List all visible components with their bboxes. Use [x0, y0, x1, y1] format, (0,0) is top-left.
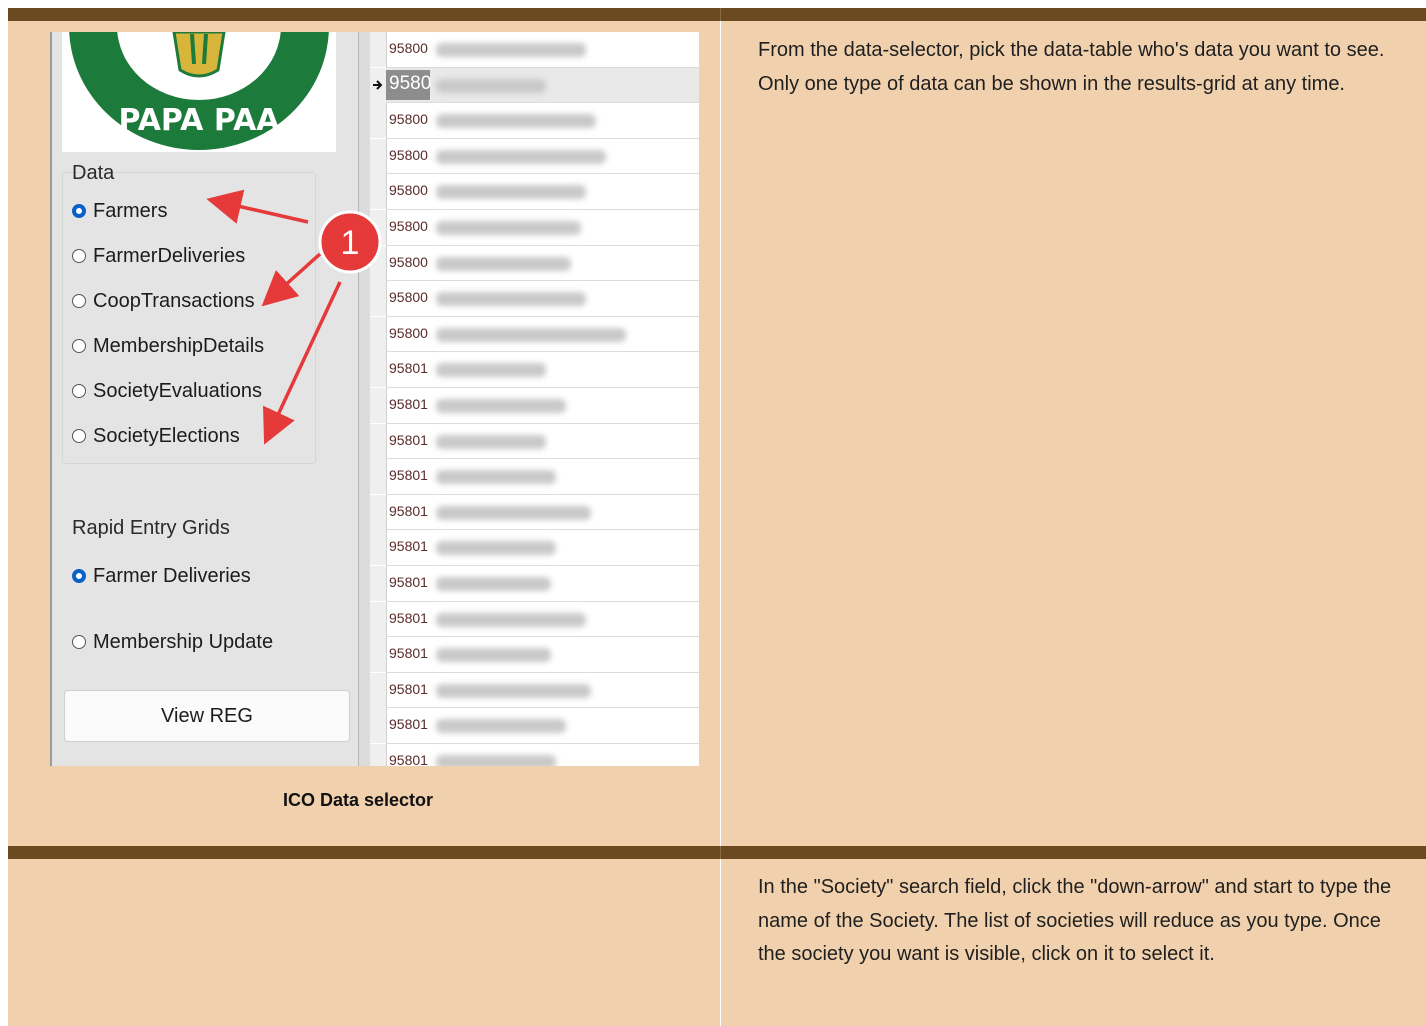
- callout-arrows: 1: [206, 189, 382, 445]
- callout-number: 1: [341, 224, 360, 262]
- instruction-text-2: In the "Society" search field, click the…: [758, 876, 1392, 965]
- table-row-divider: [8, 846, 1426, 859]
- figure-caption: ICO Data selector: [283, 790, 434, 810]
- instruction-text-1: From the data-selector, pick the data-ta…: [758, 39, 1385, 95]
- doc-cell-text: [721, 21, 1426, 846]
- table-header-band: [8, 8, 1426, 21]
- app-screenshot: PAPA PAA Data Farmers FarmerDeliveries C…: [50, 32, 699, 766]
- doc-cell-empty: [8, 859, 720, 1026]
